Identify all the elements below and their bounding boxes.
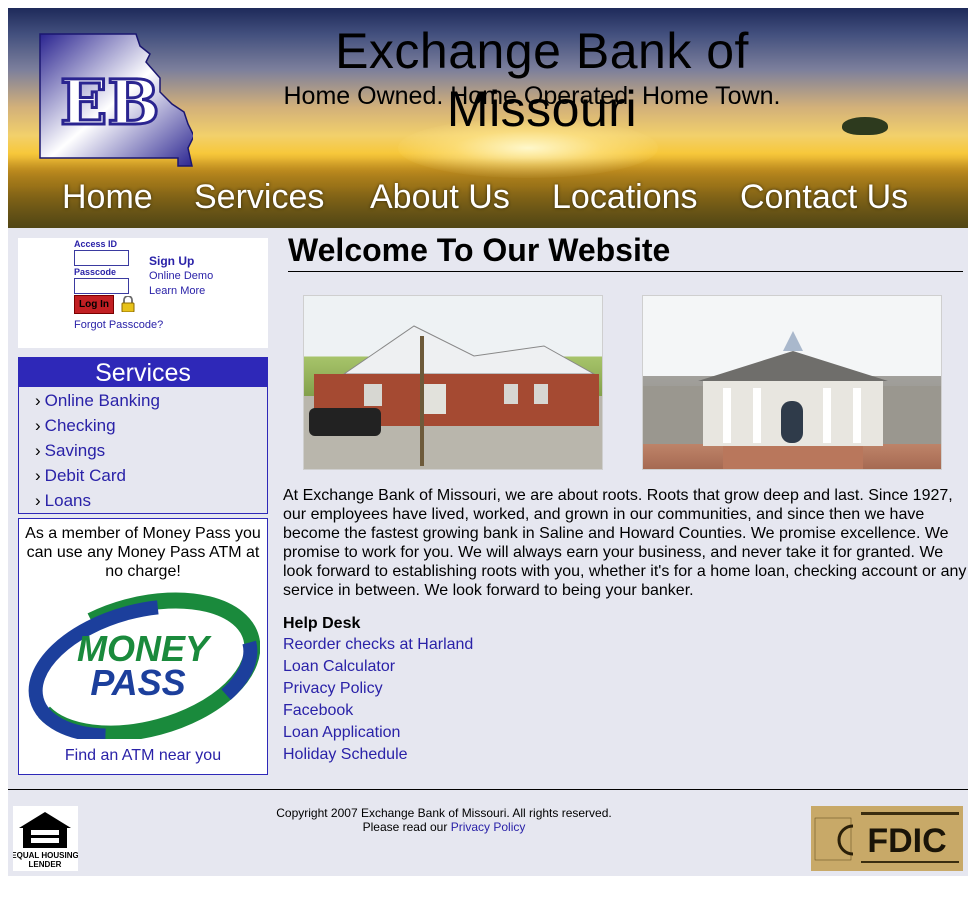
login-button[interactable]: Log In: [74, 295, 114, 314]
forgot-passcode-link[interactable]: Forgot Passcode?: [74, 319, 163, 331]
login-panel: Access ID Passcode Log In Forgot Passcod…: [18, 238, 268, 348]
fdic-icon: FDIC: [811, 806, 963, 871]
moneypass-logo[interactable]: MONEY PASS: [26, 589, 260, 739]
chevron-right-icon: ›: [35, 491, 41, 510]
service-item-online-banking[interactable]: › Online Banking: [35, 391, 160, 411]
find-atm-link[interactable]: Find an ATM near you: [19, 747, 267, 765]
bank-logo[interactable]: EB: [38, 32, 193, 167]
nav-contact-us[interactable]: Contact Us: [740, 178, 908, 217]
online-demo-link[interactable]: Online Demo: [149, 270, 213, 282]
tree-silhouette: [842, 117, 888, 135]
service-label: Loans: [44, 491, 91, 510]
service-item-checking[interactable]: › Checking: [35, 416, 116, 436]
chevron-right-icon: ›: [35, 416, 41, 435]
site-title: Exchange Bank of Missouri: [335, 23, 749, 137]
lock-icon: [121, 296, 135, 312]
chevron-right-icon: ›: [35, 466, 41, 485]
learn-more-link[interactable]: Learn More: [149, 285, 205, 297]
chevron-right-icon: ›: [35, 441, 41, 460]
brick-building-image: [304, 325, 602, 469]
link-facebook[interactable]: Facebook: [283, 702, 353, 720]
nav-locations[interactable]: Locations: [552, 178, 698, 217]
moneypass-panel: As a member of Money Pass you can use an…: [18, 518, 268, 775]
copyright-text: Copyright 2007 Exchange Bank of Missouri…: [276, 806, 612, 820]
link-holiday-schedule[interactable]: Holiday Schedule: [283, 746, 408, 764]
intro-paragraph: At Exchange Bank of Missouri, we are abo…: [283, 487, 967, 599]
service-label: Checking: [44, 416, 116, 435]
svg-text:EQUAL HOUSING: EQUAL HOUSING: [13, 851, 78, 860]
footer-divider: [8, 789, 968, 790]
link-loan-calculator[interactable]: Loan Calculator: [283, 658, 395, 676]
header-banner: EB Exchange Bank of Missouri Home Owned.…: [8, 8, 968, 228]
passcode-label: Passcode: [74, 267, 117, 277]
link-loan-application[interactable]: Loan Application: [283, 724, 400, 742]
svg-text:PASS: PASS: [90, 662, 185, 703]
services-heading: Services: [19, 358, 267, 387]
service-label: Debit Card: [44, 466, 126, 485]
service-item-savings[interactable]: › Savings: [35, 441, 105, 461]
footer-privacy-link[interactable]: Privacy Policy: [451, 820, 526, 834]
branch-photo-2: [642, 295, 942, 470]
link-reorder-checks[interactable]: Reorder checks at Harland: [283, 636, 473, 654]
columned-building-image: [643, 296, 941, 469]
access-id-label: Access ID: [74, 239, 118, 249]
nav-services[interactable]: Services: [194, 178, 324, 217]
main-nav: Home Services About Us Locations Contact…: [8, 178, 968, 222]
link-privacy-policy[interactable]: Privacy Policy: [283, 680, 383, 698]
please-read-text: Please read our: [362, 820, 448, 834]
service-item-debit-card[interactable]: › Debit Card: [35, 466, 126, 486]
svg-text:EB: EB: [60, 66, 160, 139]
equal-housing-lender-icon: EQUAL HOUSING LENDER: [13, 806, 78, 871]
privacy-line: Please read our Privacy Policy: [208, 820, 680, 834]
nav-home[interactable]: Home: [62, 178, 153, 217]
page: EB Exchange Bank of Missouri Home Owned.…: [8, 8, 968, 876]
site-tagline: Home Owned. Home Operated. Home Town.: [283, 82, 781, 110]
branch-photo-1: [303, 295, 603, 470]
sign-up-link[interactable]: Sign Up: [149, 254, 194, 268]
service-label: Online Banking: [44, 391, 160, 410]
nav-about-us[interactable]: About Us: [370, 178, 510, 217]
service-label: Savings: [44, 441, 106, 460]
svg-text:FDIC: FDIC: [867, 822, 946, 860]
svg-text:LENDER: LENDER: [29, 860, 62, 869]
moneypass-text: As a member of Money Pass you can use an…: [25, 525, 261, 580]
footer-copyright: Copyright 2007 Exchange Bank of Missouri…: [208, 806, 680, 834]
help-desk-heading: Help Desk: [283, 615, 361, 632]
services-panel: Services › Online Banking › Checking › Savi…: [18, 357, 268, 514]
access-id-input[interactable]: [74, 250, 129, 266]
service-item-loans[interactable]: › Loans: [35, 491, 91, 511]
chevron-right-icon: ›: [35, 391, 41, 410]
page-title: Welcome To Our Website: [288, 232, 963, 272]
passcode-input[interactable]: [74, 278, 129, 294]
